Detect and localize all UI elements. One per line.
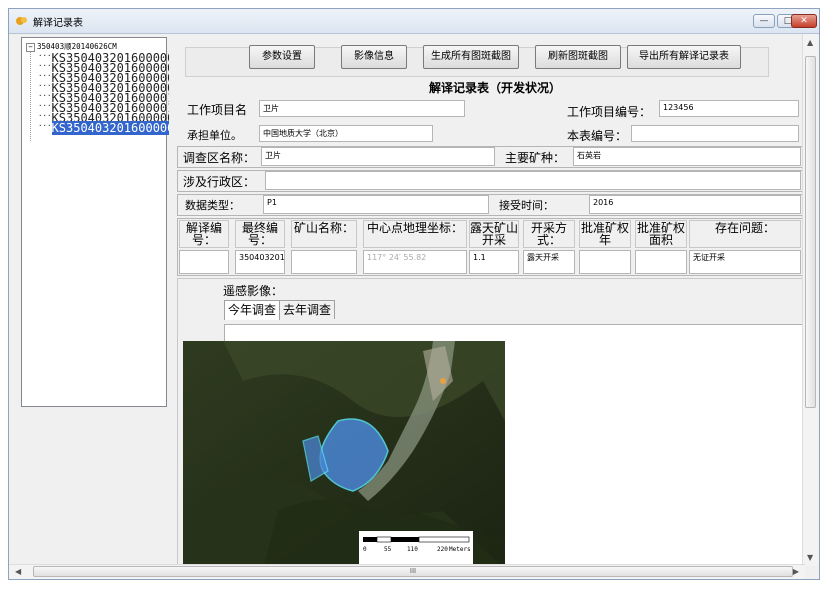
svg-text:0: 0 xyxy=(363,546,367,553)
table-cell[interactable] xyxy=(579,250,631,274)
vertical-scroll-thumb[interactable] xyxy=(805,56,816,408)
table-header: 中心点地理坐标： xyxy=(363,220,467,248)
scale-bar: 0 55 110 220 Meters xyxy=(359,531,473,565)
params-button[interactable]: 参数设置 xyxy=(249,45,315,69)
table-cell[interactable] xyxy=(635,250,687,274)
refresh-button[interactable]: 刷新图斑截图 xyxy=(535,45,621,69)
admin-label: 涉及行政区： xyxy=(183,175,256,189)
table-header: 解译编号： xyxy=(179,220,229,248)
project-name-field[interactable]: 卫片 xyxy=(259,100,465,117)
record-tree[interactable]: −350403顺20140626CM ··· KS3504032016000003… xyxy=(21,37,182,407)
title-bar[interactable]: 解译记录表 — □ ✕ xyxy=(9,9,819,34)
close-button[interactable]: ✕ xyxy=(791,14,817,28)
tree-item[interactable]: ··· KS3504032016000013 xyxy=(38,91,182,105)
main-window: 解译记录表 — □ ✕ −350403顺20140626CM ··· KS3504… xyxy=(8,8,820,580)
minimize-button[interactable]: — xyxy=(753,14,775,28)
app-icon xyxy=(16,17,27,25)
unit-label: 承担单位。 xyxy=(187,129,242,142)
table-header: 最终编号： xyxy=(235,220,285,248)
table-header: 开采方式： xyxy=(523,220,575,248)
table-cell[interactable]: 1.1 xyxy=(469,250,519,274)
data-type-field[interactable]: P1 xyxy=(263,195,489,214)
export-all-button[interactable]: 导出所有解译记录表 xyxy=(627,45,741,69)
tab-this-year[interactable]: 今年调查 xyxy=(224,300,281,320)
table-header: 存在问题： xyxy=(689,220,801,248)
generate-all-button[interactable]: 生成所有图斑截图 xyxy=(423,45,519,69)
accept-time-field[interactable]: 2016 xyxy=(589,195,801,214)
table-cell[interactable] xyxy=(179,250,229,274)
accept-time-label: 接受时间： xyxy=(499,199,554,212)
tree-item[interactable]: ··· KS3504032016000005 xyxy=(38,121,182,135)
scroll-up-icon[interactable]: ▲ xyxy=(807,38,813,47)
report-title: 解译记录表（开发状况） xyxy=(429,81,562,95)
horizontal-scrollbar[interactable]: ◀ III ▶ xyxy=(9,564,805,579)
tree-root-label: 350403顺20140626CM xyxy=(37,42,117,51)
tree-item[interactable]: ··· KS3504032016000008 xyxy=(38,81,182,95)
imagery-label: 遥感影像： xyxy=(223,284,284,298)
tree-item[interactable]: ··· KS3504032016000004 xyxy=(38,61,182,75)
tree-item-label: KS3504032016000005 xyxy=(51,121,182,135)
mineral-label: 主要矿种： xyxy=(505,151,566,165)
window-title: 解译记录表 xyxy=(33,18,83,29)
project-code-field[interactable]: 123456 xyxy=(659,100,799,117)
horizontal-scroll-thumb[interactable]: III xyxy=(33,566,793,577)
table-cell[interactable]: 117° 24′ 55.82 xyxy=(363,250,467,274)
table-header: 批准矿权面积 xyxy=(635,220,687,248)
image-info-button[interactable]: 影像信息 xyxy=(341,45,407,69)
satellite-image: 0 55 110 220 Meters xyxy=(183,341,505,569)
table-cell[interactable]: 3504032016000001 xyxy=(235,250,285,274)
svg-text:55: 55 xyxy=(384,546,392,553)
project-name-label: 工作项目名 xyxy=(187,103,248,117)
tree-item[interactable]: ··· KS3504032016000005 xyxy=(38,71,182,85)
tree-item[interactable]: ··· KS3504032016000003 xyxy=(38,51,182,65)
table-cell[interactable]: 露天开采 xyxy=(523,250,575,274)
area-field[interactable]: 卫片 xyxy=(261,147,495,166)
scroll-down-icon[interactable]: ▼ xyxy=(807,553,813,562)
svg-text:Meters: Meters xyxy=(449,546,471,553)
table-header: 矿山名称： xyxy=(291,220,357,248)
unit-field[interactable]: 中国地质大学（北京） xyxy=(259,125,433,142)
svg-text:110: 110 xyxy=(407,546,418,553)
scroll-left-icon[interactable]: ◀ xyxy=(15,567,21,576)
sheet-no-label: 本表编号： xyxy=(567,129,628,143)
scroll-right-icon[interactable]: ▶ xyxy=(793,567,799,576)
project-code-label: 工作项目编号： xyxy=(567,105,652,119)
admin-field[interactable] xyxy=(265,171,801,190)
table-cell[interactable] xyxy=(291,250,357,274)
area-label: 调查区名称： xyxy=(183,151,256,165)
vertical-scrollbar[interactable]: ▲ ▼ xyxy=(802,34,819,566)
table-header: 露天矿山开采 xyxy=(469,220,519,248)
tab-last-year[interactable]: 去年调查 xyxy=(279,300,336,319)
data-type-label: 数据类型： xyxy=(185,199,240,212)
table-header: 批准矿权年 xyxy=(579,220,631,248)
table-cell[interactable]: 无证开采 xyxy=(689,250,801,274)
tree-item[interactable]: ··· KS3504032016000018 xyxy=(38,101,182,115)
mineral-field[interactable]: 石英岩 xyxy=(573,147,801,166)
tree-item[interactable]: ··· KS3504032016000001 xyxy=(38,111,182,125)
sheet-no-field[interactable] xyxy=(631,125,799,142)
tree-guide-line xyxy=(30,51,31,141)
svg-text:220: 220 xyxy=(437,546,448,553)
